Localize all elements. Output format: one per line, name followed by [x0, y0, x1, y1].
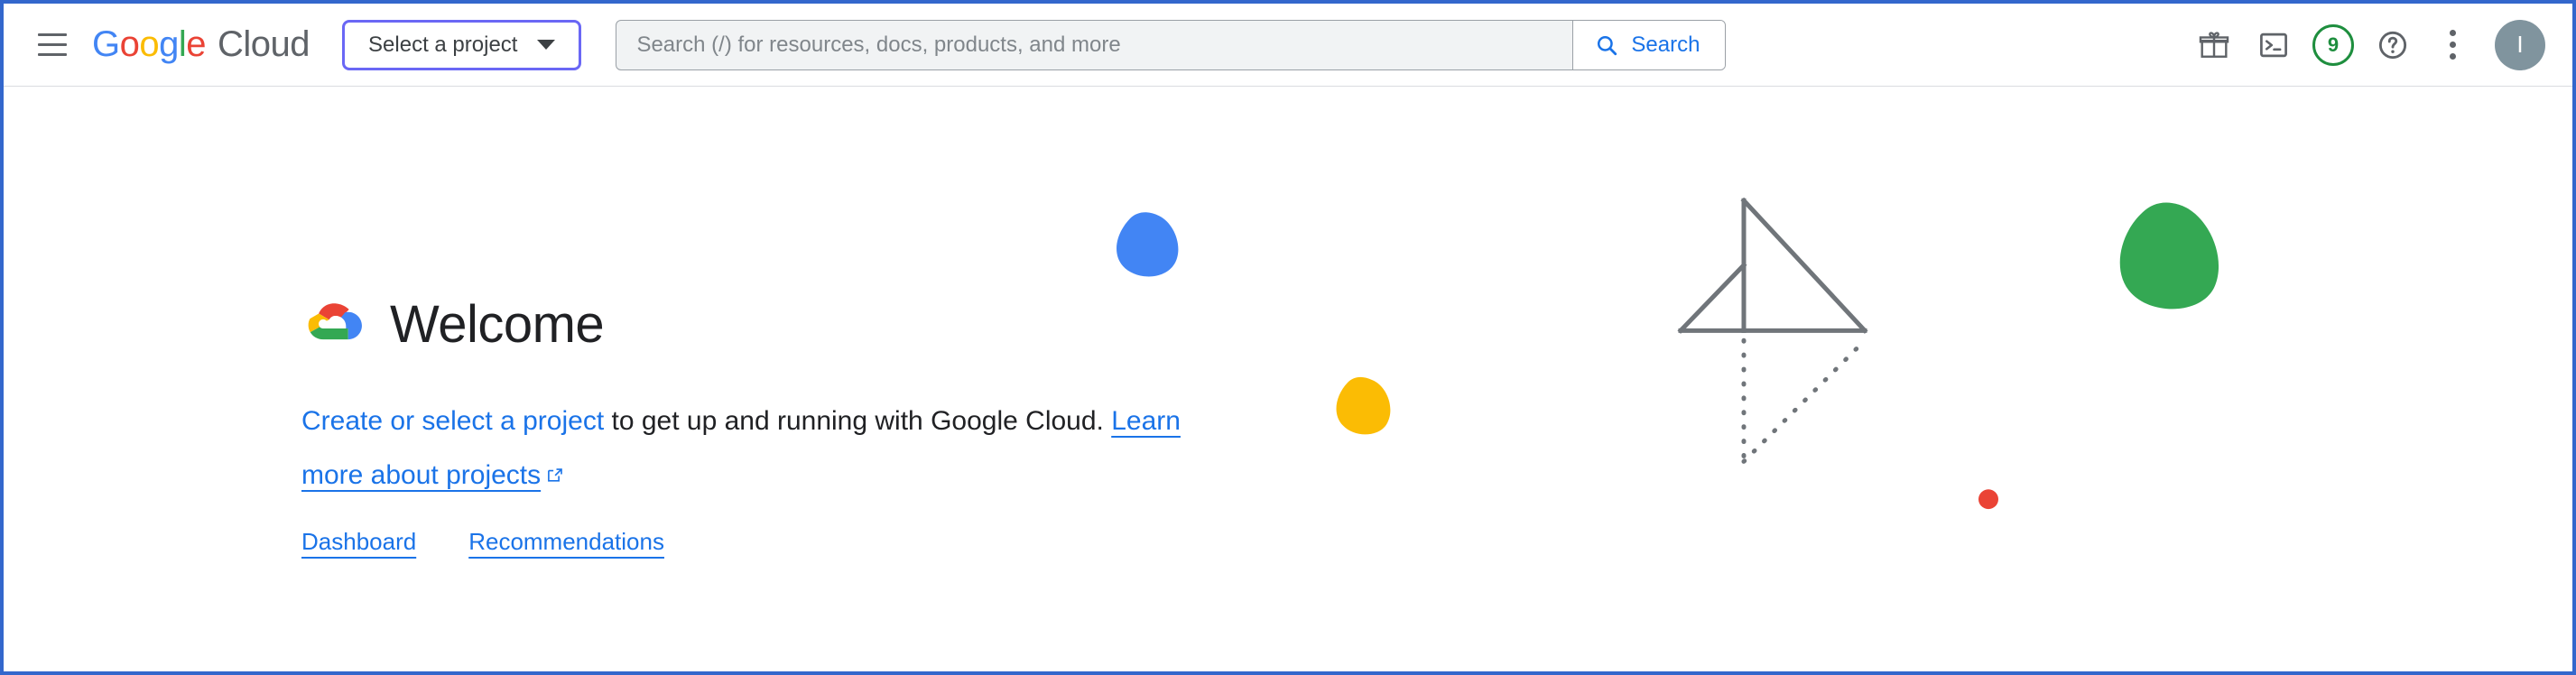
- search-button-label: Search: [1631, 32, 1700, 57]
- kebab-dot: [2449, 42, 2456, 48]
- search-button[interactable]: Search: [1572, 20, 1726, 69]
- google-letter-o1: o: [119, 24, 140, 64]
- google-wordmark: Google: [92, 24, 207, 65]
- hamburger-menu-icon[interactable]: [32, 25, 72, 65]
- cloud-wordmark: Cloud: [218, 24, 310, 64]
- project-selector-button[interactable]: Select a project: [342, 19, 582, 70]
- kebab-dot: [2449, 53, 2456, 60]
- hamburger-bar: [38, 33, 67, 36]
- avatar-initial: I: [2516, 31, 2524, 58]
- dashboard-link[interactable]: Dashboard: [301, 528, 416, 556]
- welcome-panel: Welcome Create or select a project to ge…: [301, 294, 1249, 556]
- triangle-hypotenuse: [1740, 197, 1868, 334]
- question-mark-circle-glyph: [2378, 31, 2407, 59]
- gift-icon[interactable]: [2184, 15, 2244, 75]
- triangle-inner-diagonal: [1677, 262, 1747, 334]
- red-dot-shape: [1978, 489, 1998, 510]
- page-title: Welcome: [390, 295, 605, 354]
- kebab-dot: [2449, 30, 2456, 36]
- external-link-icon: [548, 468, 562, 482]
- search-icon: [1598, 35, 1617, 55]
- intro-middle-text: to get up and running with Google Cloud.: [604, 406, 1112, 436]
- help-icon[interactable]: [2363, 15, 2423, 75]
- cloud-shell-icon[interactable]: [2244, 15, 2303, 75]
- header-action-icons: 9 I: [2184, 15, 2549, 75]
- hamburger-bar: [38, 53, 67, 56]
- green-blob-shape: [2119, 202, 2219, 310]
- kebab-dots: [2449, 30, 2456, 60]
- triangle-line-art: [1677, 197, 1868, 334]
- search-input[interactable]: [616, 20, 1573, 69]
- app-header: Google Cloud Select a project Search (/)…: [4, 4, 2572, 87]
- google-letter-e: e: [186, 24, 207, 64]
- blue-blob-shape: [1117, 212, 1179, 277]
- avatar[interactable]: I: [2495, 19, 2545, 70]
- chevron-down-icon: [537, 40, 556, 50]
- quick-links-row: Dashboard Recommendations: [301, 528, 1249, 556]
- gift-glyph: [2199, 31, 2229, 58]
- google-cloud-brand[interactable]: Google Cloud: [92, 24, 310, 65]
- dotted-diagonal-line: [1741, 338, 1867, 464]
- intro-paragraph: Create or select a project to get up and…: [301, 394, 1249, 503]
- notifications-button[interactable]: 9: [2303, 15, 2363, 75]
- notification-count-badge: 9: [2312, 23, 2354, 66]
- welcome-heading-row: Welcome: [301, 294, 1249, 355]
- terminal-glyph: [2260, 32, 2287, 57]
- project-selector-label: Select a project: [368, 32, 518, 57]
- triangle-dotted-reflection: [1741, 338, 1867, 464]
- main-content: Welcome Create or select a project to ge…: [4, 87, 2572, 671]
- hamburger-bar: [38, 43, 67, 46]
- google-letter-o2: o: [139, 24, 160, 64]
- recommendations-link[interactable]: Recommendations: [468, 528, 664, 556]
- google-letter-g2: g: [159, 24, 179, 64]
- google-letter-g: G: [92, 24, 120, 64]
- google-cloud-logo-icon: [308, 302, 362, 339]
- yellow-blob-shape: [1336, 376, 1391, 435]
- browser-screenshot: Google Cloud Select a project Search (/)…: [0, 0, 2576, 675]
- search-bar[interactable]: Search: [616, 19, 1727, 70]
- google-letter-l: l: [178, 24, 187, 64]
- kebab-menu-icon[interactable]: [2423, 15, 2482, 75]
- create-or-select-project-link[interactable]: Create or select a project: [301, 406, 604, 436]
